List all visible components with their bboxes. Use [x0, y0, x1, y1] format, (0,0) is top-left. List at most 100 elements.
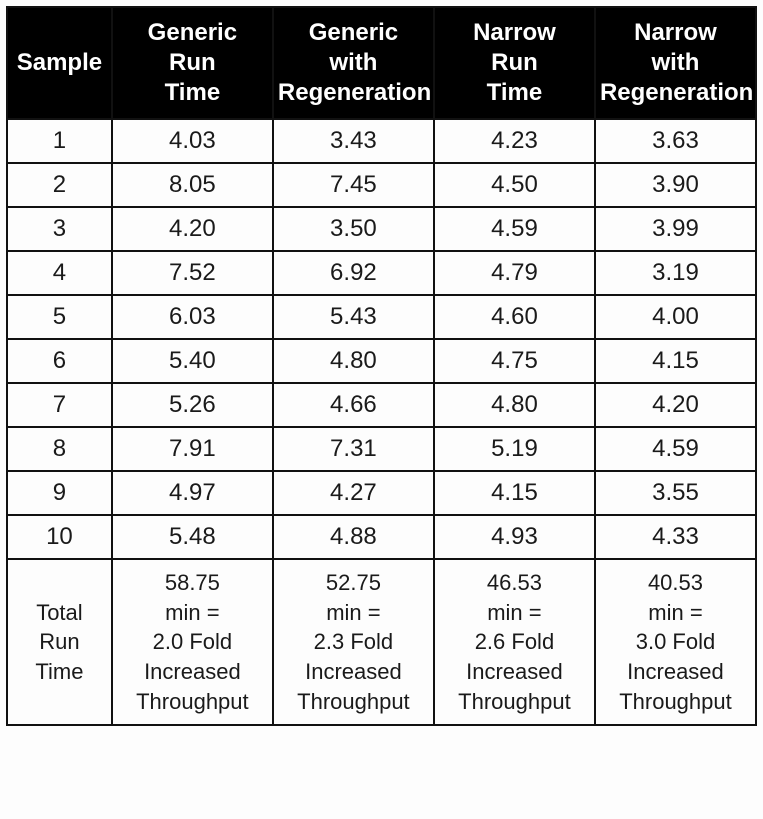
header-text: Time [117, 78, 268, 108]
header-text: Run [439, 48, 590, 78]
summary-text: Increased [117, 657, 268, 687]
table-row: 3 4.20 3.50 4.59 3.99 [7, 207, 756, 251]
summary-text: Throughput [117, 687, 268, 717]
cell-value: 3.50 [273, 207, 434, 251]
cell-value: 7.45 [273, 163, 434, 207]
cell-sample: 1 [7, 119, 112, 163]
table-row: 4 7.52 6.92 4.79 3.19 [7, 251, 756, 295]
cell-value: 4.80 [273, 339, 434, 383]
table-row: 2 8.05 7.45 4.50 3.90 [7, 163, 756, 207]
header-text: Narrow [439, 18, 590, 48]
cell-value: 3.55 [595, 471, 756, 515]
cell-value: 8.05 [112, 163, 273, 207]
summary-text: Run [12, 627, 107, 657]
summary-text: min = [278, 598, 429, 628]
cell-value: 4.59 [595, 427, 756, 471]
summary-text: Throughput [278, 687, 429, 717]
cell-value: 4.66 [273, 383, 434, 427]
header-sample: Sample [7, 7, 112, 119]
cell-sample: 7 [7, 383, 112, 427]
header-sample-text: Sample [12, 48, 107, 78]
cell-value: 4.03 [112, 119, 273, 163]
header-text: Generic [117, 18, 268, 48]
summary-generic-regen: 52.75 min = 2.3 Fold Increased Throughpu… [273, 559, 434, 725]
cell-value: 4.60 [434, 295, 595, 339]
table-row: 10 5.48 4.88 4.93 4.33 [7, 515, 756, 559]
header-text: with [600, 48, 751, 78]
cell-value: 6.92 [273, 251, 434, 295]
cell-value: 4.15 [434, 471, 595, 515]
cell-value: 3.99 [595, 207, 756, 251]
cell-value: 4.23 [434, 119, 595, 163]
summary-generic-run: 58.75 min = 2.0 Fold Increased Throughpu… [112, 559, 273, 725]
cell-value: 4.80 [434, 383, 595, 427]
cell-sample: 3 [7, 207, 112, 251]
summary-text: Throughput [439, 687, 590, 717]
summary-text: Time [12, 657, 107, 687]
cell-value: 4.93 [434, 515, 595, 559]
header-text: Time [439, 78, 590, 108]
header-text: Run [117, 48, 268, 78]
cell-value: 4.27 [273, 471, 434, 515]
cell-sample: 6 [7, 339, 112, 383]
cell-sample: 2 [7, 163, 112, 207]
summary-text: 2.6 Fold [439, 627, 590, 657]
cell-sample: 4 [7, 251, 112, 295]
cell-sample: 10 [7, 515, 112, 559]
summary-text: 40.53 [600, 568, 751, 598]
cell-value: 5.43 [273, 295, 434, 339]
summary-text: Total [12, 598, 107, 628]
cell-value: 4.79 [434, 251, 595, 295]
summary-text: 2.3 Fold [278, 627, 429, 657]
summary-label: Total Run Time [7, 559, 112, 725]
cell-value: 5.19 [434, 427, 595, 471]
table-row: 8 7.91 7.31 5.19 4.59 [7, 427, 756, 471]
summary-text: Increased [439, 657, 590, 687]
summary-text: Increased [600, 657, 751, 687]
table-row: 5 6.03 5.43 4.60 4.00 [7, 295, 756, 339]
cell-value: 5.26 [112, 383, 273, 427]
header-text: Generic [278, 18, 429, 48]
cell-value: 4.75 [434, 339, 595, 383]
summary-text: 52.75 [278, 568, 429, 598]
cell-value: 6.03 [112, 295, 273, 339]
summary-narrow-regen: 40.53 min = 3.0 Fold Increased Throughpu… [595, 559, 756, 725]
cell-value: 7.31 [273, 427, 434, 471]
header-narrow-regen: Narrow with Regeneration [595, 7, 756, 119]
cell-value: 4.50 [434, 163, 595, 207]
table-header: Sample Generic Run Time Generic with Reg… [7, 7, 756, 119]
table-row: 7 5.26 4.66 4.80 4.20 [7, 383, 756, 427]
header-generic-run-time: Generic Run Time [112, 7, 273, 119]
summary-narrow-run: 46.53 min = 2.6 Fold Increased Throughpu… [434, 559, 595, 725]
cell-value: 5.40 [112, 339, 273, 383]
cell-sample: 8 [7, 427, 112, 471]
cell-sample: 5 [7, 295, 112, 339]
summary-text: min = [439, 598, 590, 628]
summary-text: Throughput [600, 687, 751, 717]
cell-value: 4.15 [595, 339, 756, 383]
table-row: 9 4.97 4.27 4.15 3.55 [7, 471, 756, 515]
run-time-table: Sample Generic Run Time Generic with Reg… [6, 6, 757, 726]
cell-value: 7.91 [112, 427, 273, 471]
summary-text: Increased [278, 657, 429, 687]
table-body: 1 4.03 3.43 4.23 3.63 2 8.05 7.45 4.50 3… [7, 119, 756, 725]
cell-value: 3.19 [595, 251, 756, 295]
summary-text: min = [600, 598, 751, 628]
cell-value: 7.52 [112, 251, 273, 295]
cell-value: 5.48 [112, 515, 273, 559]
cell-value: 4.88 [273, 515, 434, 559]
header-text: Regeneration [600, 78, 751, 108]
summary-row: Total Run Time 58.75 min = 2.0 Fold Incr… [7, 559, 756, 725]
cell-value: 4.59 [434, 207, 595, 251]
cell-sample: 9 [7, 471, 112, 515]
header-row: Sample Generic Run Time Generic with Reg… [7, 7, 756, 119]
cell-value: 4.00 [595, 295, 756, 339]
header-narrow-run-time: Narrow Run Time [434, 7, 595, 119]
header-text: Narrow [600, 18, 751, 48]
cell-value: 3.90 [595, 163, 756, 207]
summary-text: min = [117, 598, 268, 628]
table-row: 1 4.03 3.43 4.23 3.63 [7, 119, 756, 163]
cell-value: 4.97 [112, 471, 273, 515]
summary-text: 2.0 Fold [117, 627, 268, 657]
cell-value: 4.20 [112, 207, 273, 251]
